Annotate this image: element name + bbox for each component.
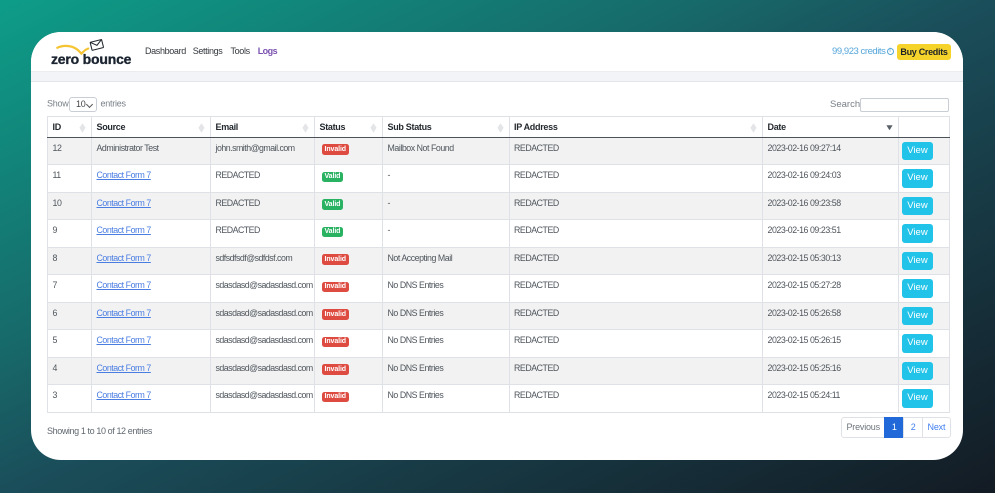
svg-text:zero bounce: zero bounce	[51, 51, 132, 67]
